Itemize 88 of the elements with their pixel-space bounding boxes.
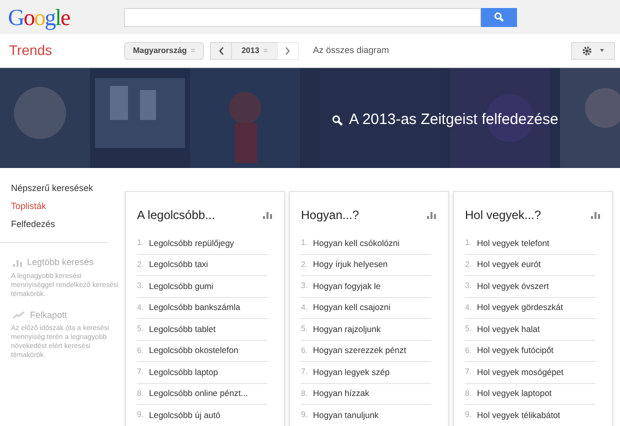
rank-number: 1. xyxy=(465,237,473,250)
list-item-link[interactable]: Hogyan rajzoljunk xyxy=(313,322,381,336)
list-item-link[interactable]: Hol vegyek eurót xyxy=(477,258,541,272)
list-item-link[interactable]: Legolcsóbb okostelefon xyxy=(149,344,238,358)
bar-chart-icon xyxy=(13,258,22,267)
search-icon xyxy=(494,12,504,22)
rank-number: 6. xyxy=(465,344,473,357)
app-title: Trends xyxy=(8,41,54,60)
list-item-link[interactable]: Hol vegyek futócipőt xyxy=(477,344,554,358)
list-item-link[interactable]: Hol vegyek telefont xyxy=(477,236,550,250)
previous-button[interactable] xyxy=(210,42,232,60)
rank-number: 3. xyxy=(465,280,473,292)
rank-number: 1. xyxy=(301,237,309,250)
list-item-link[interactable]: Legolcsóbb repülőjegy xyxy=(149,236,234,250)
list-item-link[interactable]: Hol vegyek halat xyxy=(477,322,540,336)
rank-number: 5. xyxy=(137,323,145,336)
list-item-link[interactable]: Legolcsóbb bankszámla xyxy=(149,301,240,314)
year-dropdown[interactable]: 2013 = xyxy=(232,42,277,60)
section-title: Felkapott xyxy=(30,308,68,322)
rank-number: 7. xyxy=(137,366,145,378)
chart-button[interactable] xyxy=(426,210,437,220)
list-item-link[interactable]: Hogyan legyek szép xyxy=(313,366,390,379)
banner-title: A 2013-as Zeitgeist felfedezése xyxy=(349,110,558,130)
rank-number: 8. xyxy=(301,388,309,400)
rank-number: 2. xyxy=(465,258,473,271)
list-item-link[interactable]: Hogyan szerezzek pénzt xyxy=(313,344,406,358)
all-charts-link[interactable]: Az összes diagram xyxy=(312,44,389,58)
nav-item[interactable]: Felfedezés xyxy=(11,218,108,231)
bar-chart-icon xyxy=(591,211,600,219)
rank-number: 9. xyxy=(137,409,145,422)
rank-number: 4. xyxy=(137,302,145,314)
list-item-link[interactable]: Hogyan kell csókolózni xyxy=(313,236,400,250)
list-item-link[interactable]: Hol vegyek gördeszkát xyxy=(477,301,563,314)
banner[interactable]: A 2013-as Zeitgeist felfedezése xyxy=(0,68,620,168)
list-item-link[interactable]: Hogy írjuk helyesen xyxy=(313,258,388,272)
caret-icon xyxy=(600,49,604,52)
rank-number: 9. xyxy=(301,409,309,422)
bar-chart-icon xyxy=(263,211,272,219)
rank-number: 4. xyxy=(465,302,473,314)
rank-number: 2. xyxy=(137,258,145,271)
rank-number: 8. xyxy=(137,388,145,400)
card-title: Hol vegyek...? xyxy=(465,207,542,224)
list-item-link[interactable]: Hogyan tanuljunk xyxy=(313,408,379,422)
list-item-link[interactable]: Legolcsóbb laptop xyxy=(149,366,218,379)
logo: Google xyxy=(7,6,71,28)
chevron-right-icon xyxy=(285,46,290,54)
list-item-link[interactable]: Legolcsóbb gumi xyxy=(149,280,214,293)
section-title: Legtöbb keresés xyxy=(27,256,94,269)
rank-number: 9. xyxy=(465,409,473,422)
rank-number: 6. xyxy=(137,344,145,357)
rank-number: 6. xyxy=(301,344,309,357)
search-button[interactable] xyxy=(481,8,517,26)
rank-number: 7. xyxy=(465,366,473,378)
rank-number: 5. xyxy=(465,323,473,336)
settings-icon xyxy=(582,46,592,56)
search-icon xyxy=(332,114,343,126)
chart-button[interactable] xyxy=(590,210,601,220)
settings-button[interactable] xyxy=(571,42,615,60)
rank-number: 4. xyxy=(301,302,309,314)
rank-number: 2. xyxy=(301,258,309,271)
list-item-link[interactable]: Legolcsóbb online pénzt... xyxy=(149,387,248,400)
chart-button[interactable] xyxy=(262,210,273,220)
list-item-link[interactable]: Hol vegyek télikabátot xyxy=(477,408,560,422)
rank-number: 8. xyxy=(465,388,473,400)
rank-number: 3. xyxy=(301,280,309,292)
nav-item[interactable]: Toplisták xyxy=(11,200,108,213)
bar-chart-icon xyxy=(427,211,436,219)
list-item-link[interactable]: Hol vegyek laptopot xyxy=(477,387,552,400)
card-title: Hogyan...? xyxy=(301,207,360,224)
list-item-link[interactable]: Hol vegyek óvszert xyxy=(477,280,549,293)
list-item-link[interactable]: Legolcsóbb új autó xyxy=(149,408,220,422)
next-button[interactable] xyxy=(276,42,299,60)
list-item-link[interactable]: Hogyan fogyjak le xyxy=(313,280,381,293)
list-item-link[interactable]: Hogyan hízzak xyxy=(313,387,370,400)
list-item-link[interactable]: Hol vegyek mosógépet xyxy=(477,366,564,379)
rank-number: 7. xyxy=(301,366,309,378)
rank-number: 5. xyxy=(301,323,309,336)
card-title: A legolcsóbb... xyxy=(137,207,216,224)
nav-item[interactable]: Népszerű keresések xyxy=(11,182,108,195)
region-dropdown[interactable]: Magyarország = xyxy=(124,42,204,60)
list-item-link[interactable]: Legolcsóbb taxi xyxy=(149,258,208,272)
list-item-link[interactable]: Legolcsóbb tablet xyxy=(149,322,216,336)
search-field[interactable] xyxy=(124,8,481,26)
list-item-link[interactable]: Hogyan kell csajozni xyxy=(313,301,390,314)
trend-icon xyxy=(13,311,25,320)
rank-number: 1. xyxy=(137,237,145,250)
chevron-left-icon xyxy=(218,46,224,54)
rank-number: 3. xyxy=(137,280,145,292)
